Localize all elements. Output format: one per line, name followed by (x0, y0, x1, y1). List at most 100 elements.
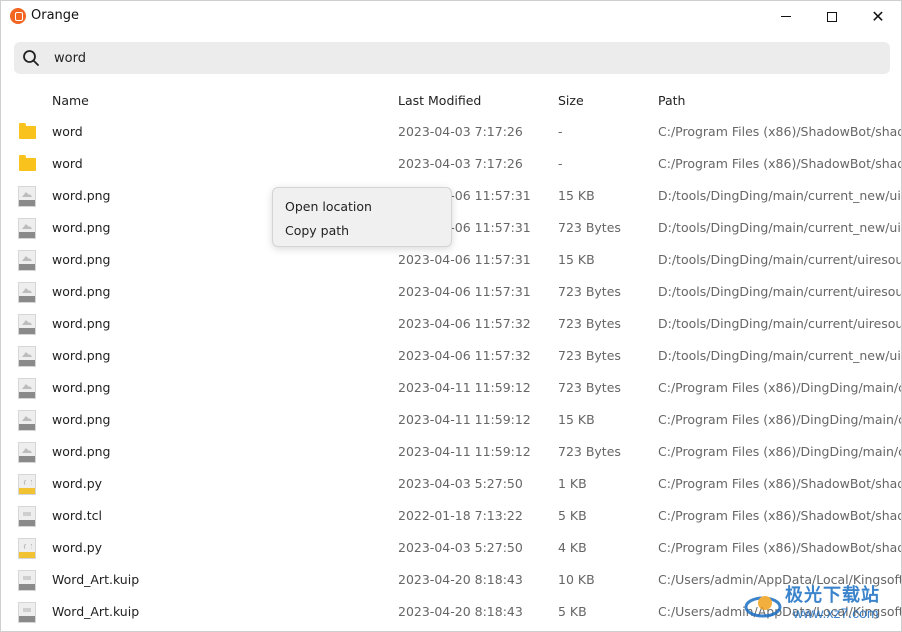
column-name[interactable]: Name (52, 93, 89, 108)
py-file-icon: { } (18, 474, 36, 495)
minimize-icon (781, 16, 791, 17)
row-last-modified: 2023-04-06 11:57:32 (398, 316, 531, 331)
table-row[interactable]: word.png 2023-04-06 11:57:32 723 Bytes D:/t… (1, 308, 901, 340)
close-button[interactable]: ✕ (855, 1, 901, 32)
row-path: C:/Program Files (x86)/ShadowBot/shadowb… (658, 156, 901, 171)
row-name: Word_Art.kuip (52, 604, 140, 619)
search-input[interactable] (54, 48, 874, 68)
window-title: Orange (31, 8, 80, 23)
row-name: Word_Art.kuip (52, 572, 140, 587)
row-name: word.py (52, 476, 103, 491)
menu-item-open-location[interactable]: Open location (285, 199, 372, 214)
row-size: 723 Bytes (558, 284, 621, 299)
row-last-modified: 2023-04-06 11:57:31 (398, 252, 531, 267)
row-size: - (558, 156, 563, 171)
row-name: word.tcl (52, 508, 102, 523)
table-row[interactable]: { } word.py 2023-04-03 5:27:50 4 KB C:/Progr… (1, 532, 901, 564)
row-last-modified: 2023-04-11 11:59:12 (398, 412, 531, 427)
table-row[interactable]: word.png 2023-04-11 11:59:12 15 KB C:/Progr… (1, 404, 901, 436)
folder-icon (19, 123, 36, 139)
png-file-icon (18, 250, 36, 271)
row-size: 4 KB (558, 540, 587, 555)
row-name: word (52, 156, 83, 171)
table-row[interactable]: word.tcl 2022-01-18 7:13:22 5 KB C:/Program… (1, 500, 901, 532)
row-path: D:/tools/DingDing/main/current/uiresourc… (658, 284, 901, 299)
row-path: D:/tools/DingDing/main/current/uiresourc… (658, 252, 901, 267)
maximize-button[interactable] (809, 1, 855, 32)
row-path: C:/Program Files (x86)/DingDing/main/cur… (658, 444, 901, 459)
row-path: C:/Program Files (x86)/ShadowBot/shadowb… (658, 124, 901, 139)
column-path[interactable]: Path (658, 93, 685, 108)
row-path: C:/Program Files (x86)/ShadowBot/shadowb… (658, 476, 901, 491)
row-size: 723 Bytes (558, 220, 621, 235)
row-name: word.png (52, 444, 111, 459)
search-icon (23, 50, 39, 66)
row-path: D:/tools/DingDing/main/current_new/uires… (658, 220, 901, 235)
orange-app-icon (10, 8, 26, 24)
column-last-modified[interactable]: Last Modified (398, 93, 481, 108)
row-size: 15 KB (558, 188, 595, 203)
png-file-icon (18, 218, 36, 239)
folder-icon (19, 155, 36, 171)
row-path: D:/tools/DingDing/main/current_new/uires… (658, 348, 901, 363)
row-size: 5 KB (558, 604, 587, 619)
row-name: word.png (52, 316, 111, 331)
row-path: C:/Program Files (x86)/DingDing/main/cur… (658, 380, 901, 395)
row-last-modified: 2023-04-11 11:59:12 (398, 444, 531, 459)
watermark-logo-icon (744, 596, 782, 618)
title-bar: Orange ✕ (1, 1, 901, 32)
png-file-icon (18, 282, 36, 303)
menu-item-copy-path[interactable]: Copy path (285, 223, 349, 238)
row-last-modified: 2022-01-18 7:13:22 (398, 508, 523, 523)
row-last-modified: 2023-04-03 5:27:50 (398, 540, 523, 555)
table-row[interactable]: word.png 2023-04-06 11:57:32 723 Bytes D:/t… (1, 340, 901, 372)
row-name: word (52, 124, 83, 139)
png-file-icon (18, 442, 36, 463)
row-last-modified: 2023-04-03 7:17:26 (398, 156, 523, 171)
row-size: - (558, 124, 563, 139)
tcl-file-icon (18, 506, 36, 527)
kuip-file-icon (18, 570, 36, 591)
row-path: C:/Program Files (x86)/ShadowBot/shadowb… (658, 508, 901, 523)
table-row[interactable]: word 2023-04-03 7:17:26 - C:/Program Files … (1, 116, 901, 148)
watermark-title: 极光下载站 (785, 585, 880, 606)
row-last-modified: 2023-04-20 8:18:43 (398, 572, 523, 587)
py-file-icon: { } (18, 538, 36, 559)
watermark: 极光下载站 www.xz7.com (739, 575, 899, 627)
search-bar (14, 42, 890, 74)
table-row[interactable]: { } word.py 2023-04-03 5:27:50 1 KB C:/Progr… (1, 468, 901, 500)
svg-text:{ }: { } (23, 544, 32, 549)
column-size[interactable]: Size (558, 93, 584, 108)
row-name: word.png (52, 348, 111, 363)
row-last-modified: 2023-04-03 7:17:26 (398, 124, 523, 139)
png-file-icon (18, 410, 36, 431)
table-row[interactable]: word.png 2023-04-06 11:57:31 15 KB D:/tools… (1, 244, 901, 276)
row-name: word.png (52, 412, 111, 427)
row-path: D:/tools/DingDing/main/current_new/uires… (658, 188, 901, 203)
row-name: word.png (52, 380, 111, 395)
context-menu: Open location Copy path (272, 187, 452, 247)
table-row[interactable]: word.png 2023-04-11 11:59:12 723 Bytes C:/P… (1, 436, 901, 468)
row-size: 723 Bytes (558, 444, 621, 459)
png-file-icon (18, 378, 36, 399)
svg-text:{ }: { } (23, 480, 32, 485)
row-size: 723 Bytes (558, 348, 621, 363)
table-row[interactable]: word.png 2023-04-11 11:59:12 723 Bytes C:/P… (1, 372, 901, 404)
minimize-button[interactable] (763, 1, 809, 32)
row-name: word.png (52, 252, 111, 267)
row-size: 10 KB (558, 572, 595, 587)
png-file-icon (18, 346, 36, 367)
table-row[interactable]: word 2023-04-03 7:17:26 - C:/Program Files … (1, 148, 901, 180)
row-path: C:/Program Files (x86)/ShadowBot/shadowb… (658, 540, 901, 555)
kuip-file-icon (18, 602, 36, 623)
row-size: 5 KB (558, 508, 587, 523)
column-header: Name Last Modified Size Path (1, 89, 901, 113)
row-name: word.png (52, 284, 111, 299)
table-row[interactable]: word.png 2023-04-06 11:57:31 723 Bytes D:/t… (1, 276, 901, 308)
close-icon: ✕ (871, 6, 885, 26)
row-last-modified: 2023-04-11 11:59:12 (398, 380, 531, 395)
row-size: 723 Bytes (558, 380, 621, 395)
watermark-url: www.xz7.com (793, 605, 879, 621)
row-size: 15 KB (558, 252, 595, 267)
png-file-icon (18, 314, 36, 335)
